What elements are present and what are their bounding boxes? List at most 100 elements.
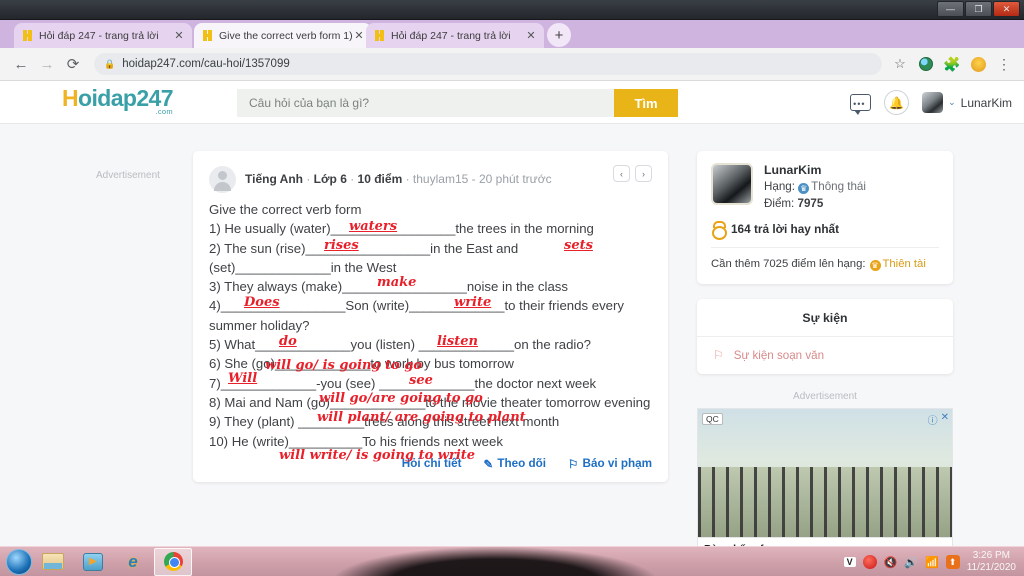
tab-title: Hỏi đáp 247 - trang trả lời (391, 29, 511, 42)
taskbar-google-chrome[interactable] (154, 547, 192, 576)
question-meta: Tiếng Anh · Lớp 6 · 10 điểm · thuylam15 … (245, 172, 552, 186)
profile-points-row: Điểm: 7975 (764, 197, 866, 210)
follow-button[interactable]: ✎ Theo dõi (484, 457, 547, 471)
handwritten-answer: will plant/ are going to plant (317, 410, 526, 425)
advertisement-image[interactable]: QC ⓘ ✕ (697, 408, 953, 538)
address-bar-url: hoidap247.com/cau-hoi/1357099 (122, 58, 290, 70)
clock-time: 3:26 PM (972, 550, 1010, 561)
handwritten-answer: sets (564, 238, 593, 253)
unikey-icon[interactable]: V (843, 557, 856, 567)
search-input[interactable] (237, 89, 614, 117)
question-line: 5) What_____________you (listen) _______… (209, 337, 592, 353)
rank-badge-icon: ♛ (798, 183, 810, 194)
tab-close-icon[interactable]: ✕ (352, 29, 366, 42)
notifications-bell-icon[interactable]: 🔔 (884, 90, 910, 115)
browser-tab-1[interactable]: Hỏi đáp 247 - trang trả lời ✕ (14, 23, 192, 48)
opera-icon[interactable] (862, 555, 877, 569)
logo-dotcom: .com (155, 107, 173, 116)
follow-label: Theo dõi (497, 457, 547, 471)
system-tray: V 🔇 🔊 📶 ⬆ 3:26 PM 11/21/2020 (843, 547, 1020, 576)
chrome-menu-icon[interactable]: ⋮ (992, 52, 1016, 76)
next-rank-badge-icon: ♛ (869, 260, 881, 271)
folder-icon (42, 553, 64, 570)
event-item[interactable]: ⚐ Sự kiện soạn văn (697, 337, 953, 374)
profile-avatar-icon[interactable] (966, 52, 990, 76)
handwritten-answer: will go/are going to go (319, 391, 483, 406)
handwritten-answer: do (279, 334, 297, 349)
back-icon[interactable]: ← (8, 51, 34, 77)
browser-tab-3[interactable]: Hỏi đáp 247 - trang trả lời ✕ (366, 23, 544, 48)
right-advertisement-label: Advertisement (793, 391, 857, 402)
web-page: Hoidap247 .com Tìm ••• 🔔 ⌄ LunarKim Adve… (0, 81, 1024, 546)
site-logo[interactable]: Hoidap247 .com (62, 85, 174, 116)
site-search: Tìm (237, 89, 678, 117)
update-icon[interactable]: ⬆ (945, 555, 960, 569)
next-rank-value: Thiên tài (882, 258, 926, 270)
taskbar-file-explorer[interactable] (34, 548, 72, 576)
question-line: 3) They always (make)_________________no… (209, 279, 568, 295)
avatar (922, 92, 944, 113)
question-points: 10 điểm (357, 172, 403, 186)
close-button[interactable]: ✕ (993, 1, 1020, 17)
forward-icon[interactable]: → (34, 51, 60, 77)
new-tab-button[interactable]: + (547, 23, 571, 47)
minimize-button[interactable]: — (937, 1, 964, 17)
media-player-icon: ▶ (83, 552, 103, 571)
next-question-icon[interactable]: › (635, 165, 652, 182)
globe-icon[interactable] (914, 52, 938, 76)
profile-top: LunarKim Hạng: ♛ Thông thái Điểm: 7975 (711, 163, 939, 210)
taskbar-clock[interactable]: 3:26 PM 11/21/2020 (967, 550, 1016, 574)
taskbar-internet-explorer[interactable]: e (114, 548, 152, 576)
tab-close-icon[interactable]: ✕ (524, 29, 538, 42)
left-advertisement-label: Advertisement (96, 170, 160, 181)
address-bar[interactable]: 🔒 hoidap247.com/cau-hoi/1357099 (94, 53, 882, 75)
speaker-icon[interactable]: 🔊 (904, 556, 918, 569)
chrome-icon (163, 552, 183, 571)
bookmark-star-icon[interactable]: ☆ (888, 52, 912, 76)
question-grade: Lớp 6 (313, 172, 347, 186)
browser-tab-2[interactable]: Give the correct verb form 1) He ✕ (194, 23, 372, 48)
handwritten-answer: see (409, 373, 433, 388)
page-body: Advertisement Tiếng Anh · Lớp 6 · 10 điể… (0, 124, 1024, 546)
ad-info-icon[interactable]: ⓘ (928, 412, 938, 427)
handwritten-answer: rises (324, 238, 359, 253)
handwritten-answer: will write/ is going to write (279, 448, 476, 463)
handwritten-answer: Does (244, 295, 280, 310)
tab-close-icon[interactable]: ✕ (172, 29, 186, 42)
user-menu[interactable]: ⌄ LunarKim (922, 92, 1012, 113)
network-icon[interactable]: 📶 (925, 556, 939, 569)
desktop-screen: — ❐ ✕ Hỏi đáp 247 - trang trả lời ✕ Give… (0, 0, 1024, 576)
start-button-icon[interactable] (6, 548, 32, 575)
profile-rank-value: Thông thái (811, 180, 866, 193)
extensions-puzzle-icon[interactable]: 🧩 (940, 52, 964, 76)
maximize-button[interactable]: ❐ (965, 1, 992, 17)
toolbar-right-icons: ☆ 🧩 ⋮ (888, 52, 1016, 76)
search-button[interactable]: Tìm (614, 89, 678, 117)
ad-close-icon[interactable]: ✕ (941, 412, 949, 427)
advertisement-text[interactable]: Bàn ghế cafe Sản phẩm bền đẹp, giá cả hấ… (697, 538, 953, 546)
window-controls: — ❐ ✕ (937, 1, 1020, 17)
clock-date: 11/21/2020 (966, 562, 1016, 573)
report-button[interactable]: ⚐ Báo vi phạm (568, 457, 652, 471)
question-time: 20 phút trước (478, 172, 552, 186)
site-header: Hoidap247 .com Tìm ••• 🔔 ⌄ LunarKim (0, 81, 1024, 124)
reload-icon[interactable]: ⟳ (60, 51, 86, 77)
best-answers-row: 164 trả lời hay nhất (711, 221, 939, 240)
best-answers-label: 164 trả lời hay nhất (731, 221, 840, 236)
user-name-label: LunarKim (960, 95, 1012, 110)
profile-info: LunarKim Hạng: ♛ Thông thái Điểm: 7975 (764, 163, 866, 210)
messages-icon[interactable]: ••• (850, 94, 872, 115)
logo-first-letter: H (62, 85, 79, 111)
next-rank-row: Cần thêm 7025 điểm lên hạng: ♛ Thiên tài (711, 247, 939, 271)
handwritten-answer: waters (349, 219, 398, 234)
hoidap-favicon-icon (374, 30, 385, 41)
handwritten-answer: write (454, 295, 492, 310)
volume-muted-icon[interactable]: 🔇 (884, 556, 898, 569)
lock-icon: 🔒 (104, 58, 116, 69)
prev-question-icon[interactable]: ‹ (613, 165, 630, 182)
question-nav-arrows: ‹ › (613, 165, 652, 182)
profile-rank-row: Hạng: ♛ Thông thái (764, 180, 866, 194)
taskbar-media-player[interactable]: ▶ (74, 548, 112, 576)
tab-title: Give the correct verb form 1) He (219, 29, 352, 42)
events-card: Sự kiện ⚐ Sự kiện soạn văn (697, 299, 953, 374)
